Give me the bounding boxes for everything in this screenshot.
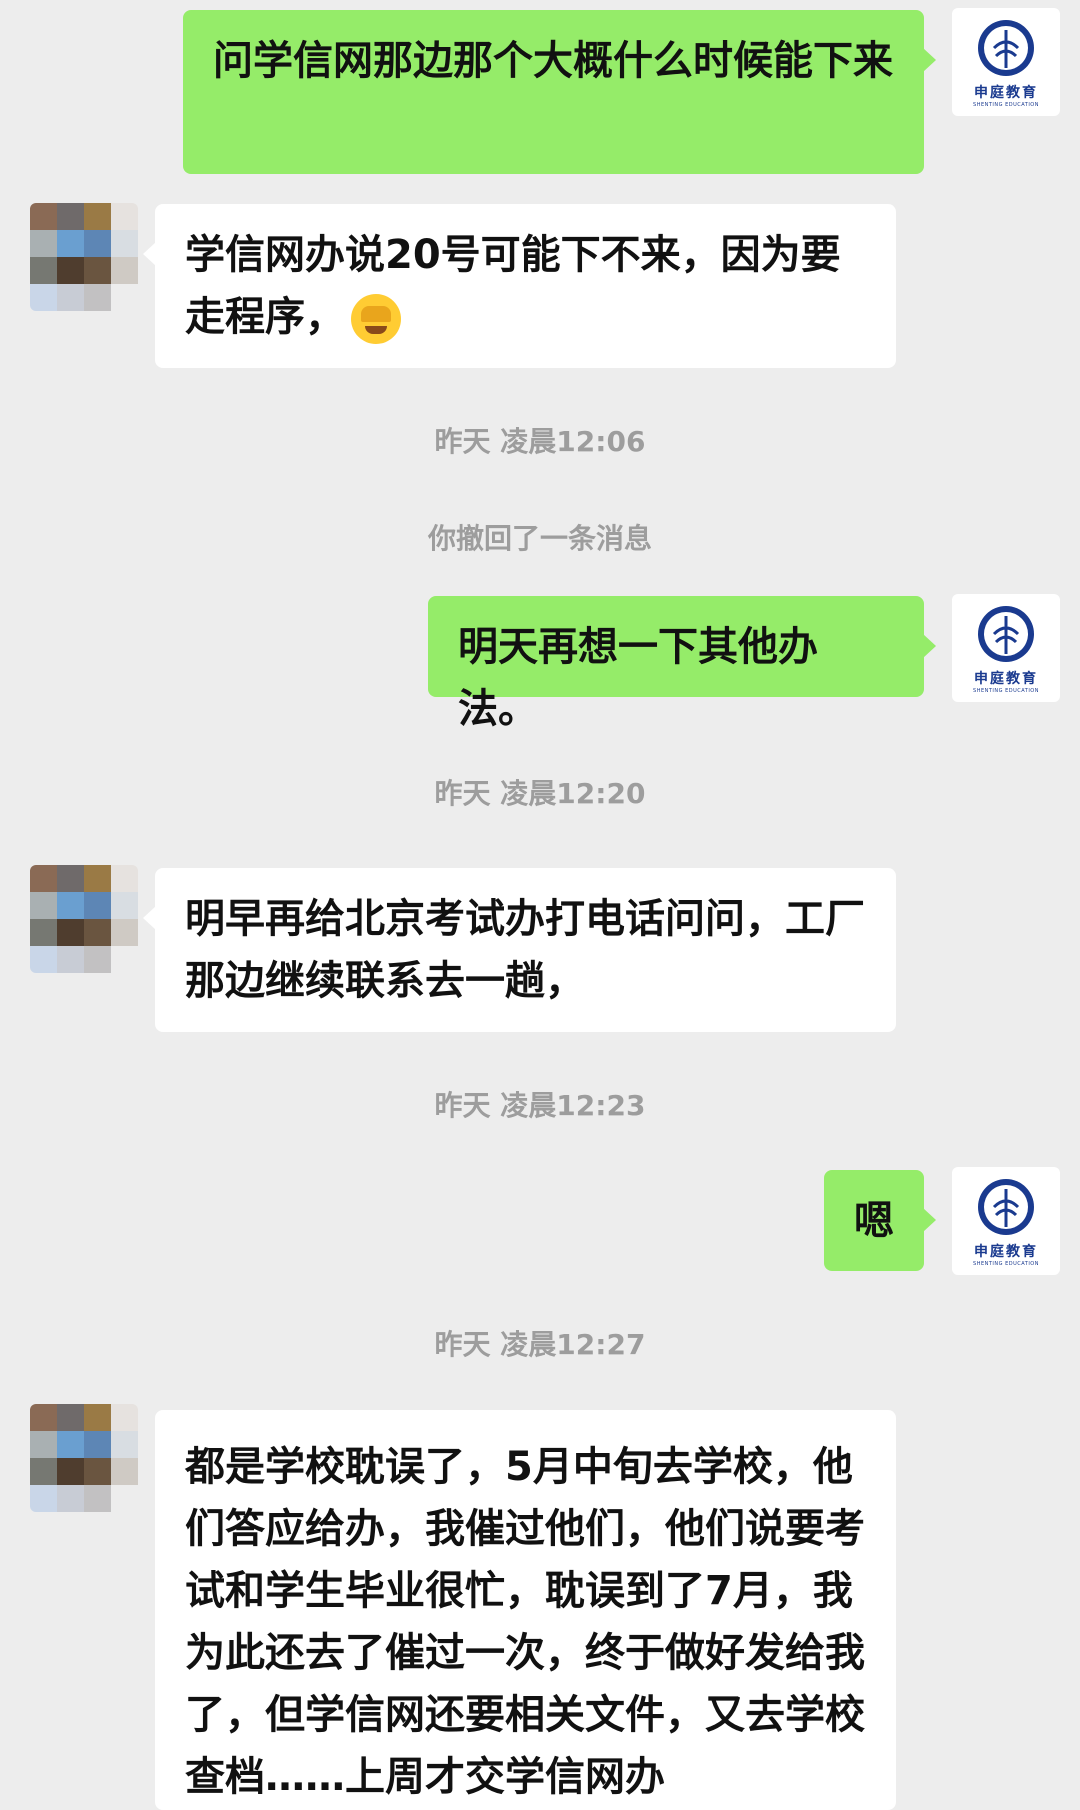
timestamp: 昨天 凌晨12:23 <box>434 1089 646 1122</box>
message-text: 问学信网那边那个大概什么时候能下来 <box>213 38 893 84</box>
logo-text: 申庭教育 <box>974 1244 1038 1260</box>
message-text: 都是学校耽误了，5月中旬去学校，他们答应给办，我催过他们，他们说要考试和学生毕业… <box>185 1444 865 1800</box>
logo-text: 申庭教育 <box>974 671 1038 687</box>
message-bubble-received[interactable]: 学信网办说20号可能下不来，因为要走程序， <box>143 204 896 368</box>
logo-subtext: SHENTING EDUCATION <box>973 688 1039 694</box>
timestamp: 昨天 凌晨12:20 <box>434 777 646 810</box>
contact-avatar[interactable] <box>30 865 138 973</box>
logo-subtext: SHENTING EDUCATION <box>973 1261 1039 1267</box>
contact-avatar[interactable] <box>30 1404 138 1512</box>
my-avatar[interactable]: 申庭教育 SHENTING EDUCATION <box>952 1167 1060 1275</box>
message-text: 嗯 <box>854 1198 894 1244</box>
message-text: 明早再给北京考试办打电话问问，工厂那边继续联系去一趟， <box>185 896 865 1004</box>
logo-icon <box>978 20 1034 76</box>
logo-icon <box>978 1179 1034 1235</box>
logo-text: 申庭教育 <box>974 85 1038 101</box>
message-bubble-received[interactable]: 都是学校耽误了，5月中旬去学校，他们答应给办，我催过他们，他们说要考试和学生毕业… <box>155 1410 896 1810</box>
logo-icon <box>978 606 1034 662</box>
contact-avatar[interactable] <box>30 203 138 311</box>
message-bubble-sent[interactable]: 嗯 <box>824 1170 936 1271</box>
recall-notice: 你撤回了一条消息 <box>427 522 652 555</box>
message-bubble-sent[interactable]: 问学信网那边那个大概什么时候能下来 <box>183 10 936 174</box>
my-avatar[interactable]: 申庭教育 SHENTING EDUCATION <box>952 8 1060 116</box>
logo-subtext: SHENTING EDUCATION <box>973 102 1039 108</box>
my-avatar[interactable]: 申庭教育 SHENTING EDUCATION <box>952 594 1060 702</box>
message-bubble-received[interactable]: 明早再给北京考试办打电话问问，工厂那边继续联系去一趟， <box>143 868 896 1032</box>
message-bubble-sent[interactable]: 明天再想一下其他办法。 <box>428 596 936 732</box>
timestamp: 昨天 凌晨12:06 <box>434 425 646 458</box>
message-text: 学信网办说20号可能下不来，因为要走程序， <box>185 232 841 340</box>
message-text: 明天再想一下其他办法。 <box>458 624 818 732</box>
face-palm-emoji-icon <box>351 294 401 344</box>
timestamp: 昨天 凌晨12:27 <box>434 1328 646 1361</box>
